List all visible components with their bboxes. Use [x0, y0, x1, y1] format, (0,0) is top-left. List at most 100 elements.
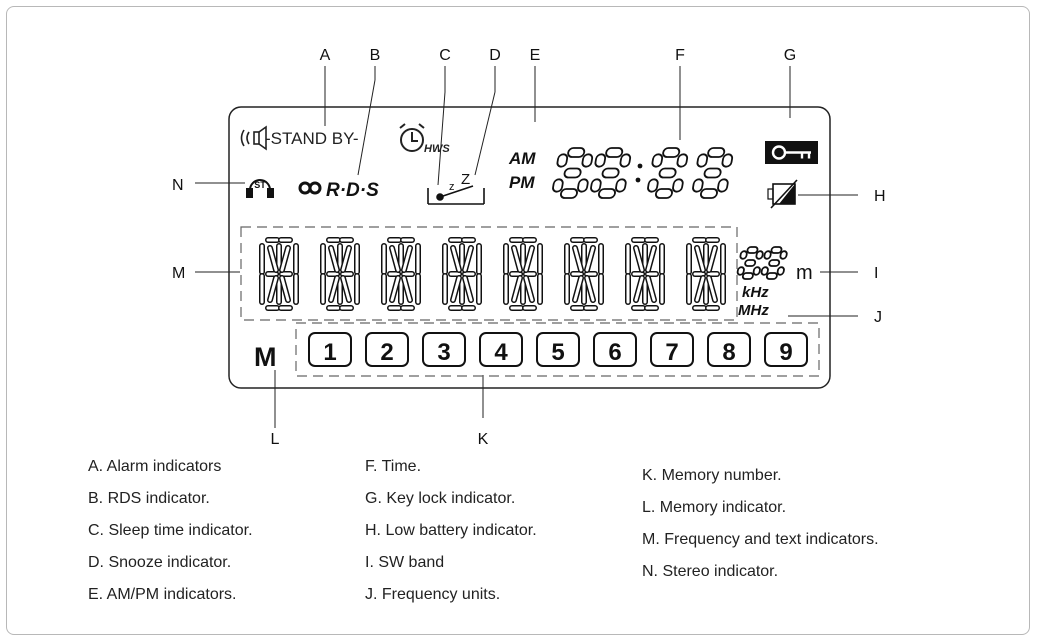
segment: [770, 246, 783, 254]
am-label: AM: [508, 149, 536, 168]
legend-item: N. Stereo indicator.: [642, 563, 779, 580]
memory-number: 6: [608, 339, 621, 366]
callout-K: K: [478, 431, 489, 448]
segment: [699, 188, 718, 199]
segment: [736, 266, 745, 276]
memory-number: 7: [665, 339, 678, 366]
text-character: [259, 237, 299, 311]
segment: [752, 266, 761, 276]
segment: [746, 246, 759, 254]
segment: [647, 178, 659, 193]
stereo-label: ST: [254, 180, 266, 190]
callout-L: L: [271, 431, 280, 448]
segment: [721, 153, 734, 168]
pm-label: PM: [509, 173, 535, 192]
callout-E: E: [530, 47, 541, 64]
callout-C: C: [439, 47, 451, 64]
legend-item: L. Memory indicator.: [642, 499, 787, 516]
segment: [651, 153, 664, 168]
legend-item: I. SW band: [365, 554, 445, 571]
legend-item: K. Memory number.: [642, 467, 782, 484]
legend-item: A. Alarm indicators: [88, 458, 222, 475]
memory-number: 2: [380, 339, 393, 366]
segment: [559, 188, 578, 199]
segment: [605, 147, 624, 158]
band-digit: [760, 246, 788, 280]
text-character: [503, 237, 543, 311]
key-lock-icon: [765, 141, 818, 164]
text-character: [381, 237, 421, 311]
text-character: [320, 237, 360, 311]
text-character: [564, 237, 604, 311]
segment: [581, 153, 594, 168]
hws-label: HWS: [424, 143, 450, 155]
segment: [672, 178, 684, 193]
rds-logo-icon: [298, 181, 322, 195]
time-digit: [647, 147, 689, 199]
segment: [594, 153, 607, 168]
legend-item: C. Sleep time indicator.: [88, 522, 253, 539]
callout-F: F: [675, 47, 685, 64]
legend-item: B. RDS indicator.: [88, 490, 210, 507]
callout-J: J: [874, 309, 882, 326]
memory-numbers: 1 2 3 4 5 6 7 8 9: [308, 332, 808, 367]
memory-number: 1: [323, 339, 336, 366]
band-digit: [736, 246, 764, 280]
legend-item: H. Low battery indicator.: [365, 522, 537, 539]
callout-H: H: [874, 188, 886, 205]
segment: [707, 147, 726, 158]
rds-label: R·D·S: [326, 180, 379, 201]
text-character: [686, 237, 726, 311]
callout-B: B: [370, 47, 381, 64]
segment: [563, 167, 582, 179]
standby-label: -STAND BY-: [265, 129, 359, 148]
time-digit: [590, 147, 632, 199]
snooze-z-small: z: [449, 181, 455, 193]
legend-item: G. Key lock indicator.: [365, 490, 516, 507]
callout-N: N: [172, 177, 184, 194]
segment: [779, 250, 788, 260]
snooze-z-big: Z: [461, 171, 470, 188]
segment: [552, 178, 564, 193]
callout-I: I: [874, 265, 878, 282]
segment: [577, 178, 589, 193]
sleep-snooze-icon: [427, 185, 485, 205]
lcd-diagram: A B C D E F G H I J K L M N -STAND BY- H…: [172, 47, 886, 448]
time-digit: [692, 147, 734, 199]
segment: [567, 147, 586, 158]
segment: [692, 178, 704, 193]
segment: [739, 250, 748, 260]
time-digits: [552, 147, 734, 199]
legend-item: D. Snooze indicator.: [88, 554, 232, 571]
mhz-label: MHz: [738, 302, 769, 319]
speaker-icon: [240, 125, 267, 151]
segment: [763, 250, 772, 260]
memory-number: 9: [779, 339, 792, 366]
segment: [776, 266, 785, 276]
khz-label: kHz: [742, 284, 769, 301]
memory-number: 4: [494, 339, 508, 366]
segment: [590, 178, 602, 193]
sw-band-unit: m: [796, 262, 813, 284]
segment: [741, 272, 754, 280]
segment: [755, 250, 764, 260]
low-battery-icon: [767, 179, 798, 209]
segment: [662, 147, 681, 158]
segment: [696, 153, 709, 168]
segment: [597, 188, 616, 199]
segment: [768, 259, 781, 267]
time-digit: [552, 147, 594, 199]
segment: [654, 188, 673, 199]
legend-item: F. Time.: [365, 458, 422, 475]
segment: [760, 266, 769, 276]
callout-M: M: [172, 265, 185, 282]
legend-item: J. Frequency units.: [365, 586, 501, 603]
segment: [676, 153, 689, 168]
segment: [556, 153, 569, 168]
callout-D: D: [489, 47, 501, 64]
alarm-clock-icon: [399, 123, 425, 152]
memory-number: 5: [551, 339, 564, 366]
time-colon: [635, 163, 643, 183]
segment: [765, 272, 778, 280]
callout-G: G: [784, 47, 796, 64]
